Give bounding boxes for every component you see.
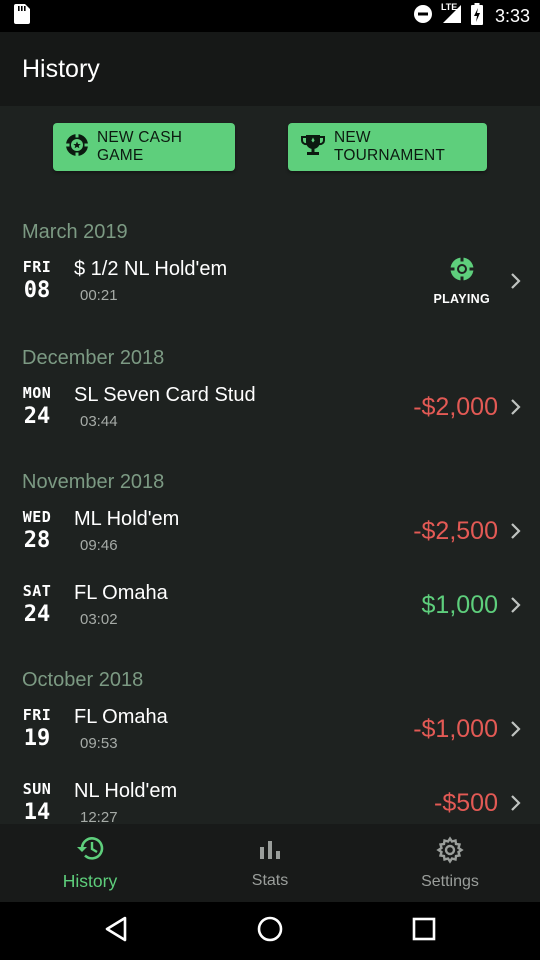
section-header: November 2018 [22,471,165,493]
session-date: MON 24 [0,386,74,428]
new-cash-game-button[interactable]: NEW CASH GAME [53,123,235,171]
session-duration: 09:46 [80,537,118,554]
day-of-week: WED [22,508,52,526]
session-duration: 12:27 [80,809,118,824]
session-duration: 03:44 [80,413,118,430]
game-name: SL Seven Card Stud [74,384,256,406]
day-of-month: 14 [23,800,51,824]
game-name: FL Omaha [74,582,168,604]
playing-status: PLAYING [433,291,490,306]
history-list[interactable]: NEW CASH GAME NEW TOURNAMENT March 2019 … [0,106,540,824]
chevron-right-icon [510,794,540,812]
clock: 3:33 [494,5,530,26]
day-of-week: FRI [22,706,52,724]
section-header: March 2019 [22,221,128,243]
session-row[interactable]: FRI 08 $ 1/2 NL Hold'em 00:21 PLAYING [0,244,540,318]
trophy-icon [300,133,326,162]
session-date: SUN 14 [0,782,74,824]
day-of-month: 24 [23,602,51,627]
chevron-right-icon [510,522,540,540]
session-info: NL Hold'em 12:27 [74,780,434,824]
session-result: $1,000 [421,590,498,619]
session-duration: 00:21 [80,287,118,304]
session-result: -$2,000 [413,392,498,421]
back-icon[interactable] [103,915,129,948]
new-tournament-button[interactable]: NEW TOURNAMENT [288,123,487,171]
new-cash-game-label: NEW CASH GAME [97,129,183,164]
nav-stats-label: Stats [251,871,289,889]
session-row[interactable]: FRI 19 FL Omaha 09:53 -$1,000 [0,692,540,766]
game-name: NL Hold'em [74,780,178,802]
session-result: -$2,500 [413,516,498,545]
section-header: December 2018 [22,347,165,369]
session-duration: 03:02 [80,611,118,628]
signal-icon: LTE [440,1,463,30]
day-of-week: MON [22,384,52,402]
poker-chip-icon [65,133,89,162]
action-buttons: NEW CASH GAME NEW TOURNAMENT [0,106,540,206]
nav-history[interactable]: History [0,824,180,902]
playing-indicator: PLAYING [433,257,490,306]
chevron-right-icon [510,398,540,416]
poker-chip-icon [450,257,474,286]
day-of-month: 24 [23,404,51,429]
day-of-month: 19 [23,726,51,751]
chevron-right-icon [510,596,540,614]
session-info: FL Omaha 03:02 [74,582,422,628]
network-type: LTE [440,1,458,12]
gear-icon [436,835,464,869]
page-title: History [22,54,100,83]
section-header: October 2018 [22,669,144,691]
recents-icon[interactable] [411,916,437,947]
nav-settings-label: Settings [421,872,479,890]
session-info: $ 1/2 NL Hold'em 00:21 [74,258,433,304]
home-icon[interactable] [256,915,284,948]
app-bar: History [0,32,540,106]
status-bar: LTE 3:33 [0,0,540,32]
session-row[interactable]: MON 24 SL Seven Card Stud 03:44 -$2,000 [0,370,540,444]
day-of-month: 08 [23,278,51,303]
sd-card-icon [14,3,30,29]
session-result: -$1,000 [413,714,498,743]
session-date: WED 28 [0,510,74,552]
session-date: FRI 08 [0,260,74,302]
session-info: FL Omaha 09:53 [74,706,413,752]
session-result: -$500 [434,788,498,817]
history-icon [75,834,105,867]
nav-history-label: History [62,871,118,891]
session-date: FRI 19 [0,708,74,750]
chevron-right-icon [510,272,540,290]
do-not-disturb-icon [413,4,433,29]
session-info: ML Hold'em 09:46 [74,508,413,554]
nav-stats[interactable]: Stats [180,824,360,902]
battery-icon [470,2,483,30]
day-of-week: SAT [22,582,52,600]
game-name: ML Hold'em [74,508,180,530]
session-duration: 09:53 [80,735,118,752]
session-date: SAT 24 [0,584,74,626]
bar-chart-icon [257,837,283,868]
nav-settings[interactable]: Settings [360,824,540,902]
session-row[interactable]: WED 28 ML Hold'em 09:46 -$2,500 [0,494,540,568]
game-name: $ 1/2 NL Hold'em [74,258,228,280]
day-of-week: SUN [22,780,52,798]
day-of-week: FRI [22,258,52,276]
session-row[interactable]: SUN 14 NL Hold'em 12:27 -$500 [0,766,540,824]
game-name: FL Omaha [74,706,168,728]
day-of-month: 28 [23,528,51,553]
bottom-navigation: History Stats Settings [0,824,540,902]
system-navigation-bar [0,902,540,960]
session-info: SL Seven Card Stud 03:44 [74,384,413,430]
chevron-right-icon [510,720,540,738]
new-tournament-label: NEW TOURNAMENT [334,129,446,164]
session-row[interactable]: SAT 24 FL Omaha 03:02 $1,000 [0,568,540,642]
